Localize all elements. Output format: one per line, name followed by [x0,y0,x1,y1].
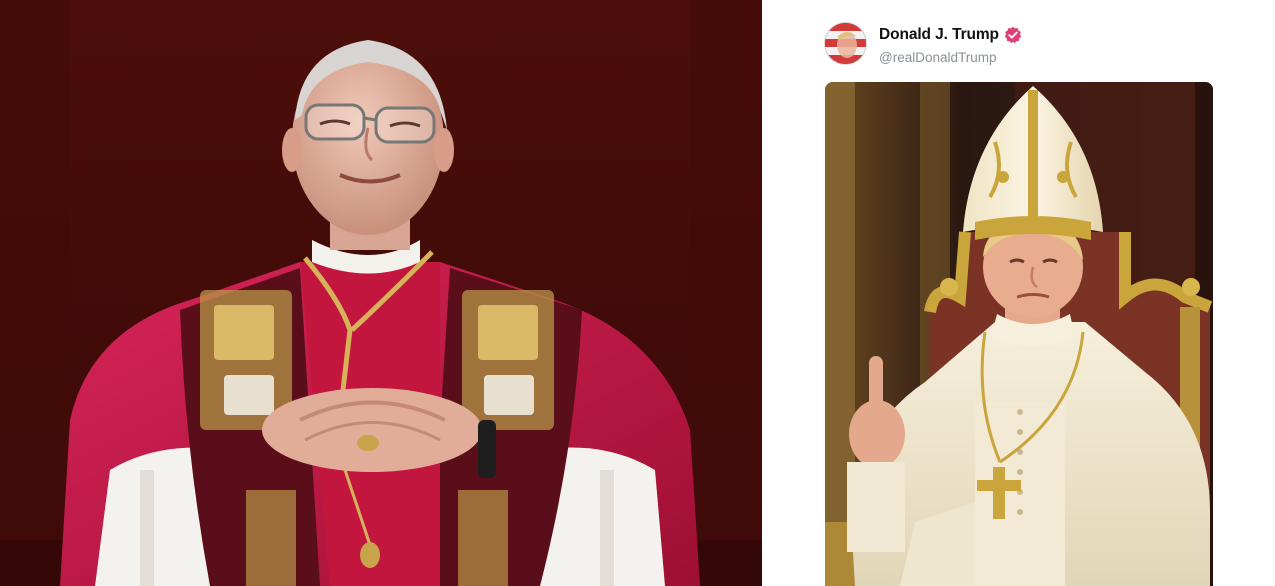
flag-portrait-avatar[interactable] [825,23,866,64]
papal-portrait-image [825,82,1213,586]
cardinal-balcony-photo [0,0,762,586]
display-name[interactable]: Donald J. Trump [879,26,999,44]
left-photo [0,0,762,586]
post-header: Donald J. Trump @realDonaldTrump [825,22,1265,68]
user-handle[interactable]: @realDonaldTrump [879,50,997,65]
avatar-image [825,23,866,64]
post-image[interactable] [825,82,1213,586]
social-post: Donald J. Trump @realDonaldTrump [762,0,1275,586]
name-row: Donald J. Trump [879,26,1022,44]
verified-badge-icon [1004,26,1022,44]
